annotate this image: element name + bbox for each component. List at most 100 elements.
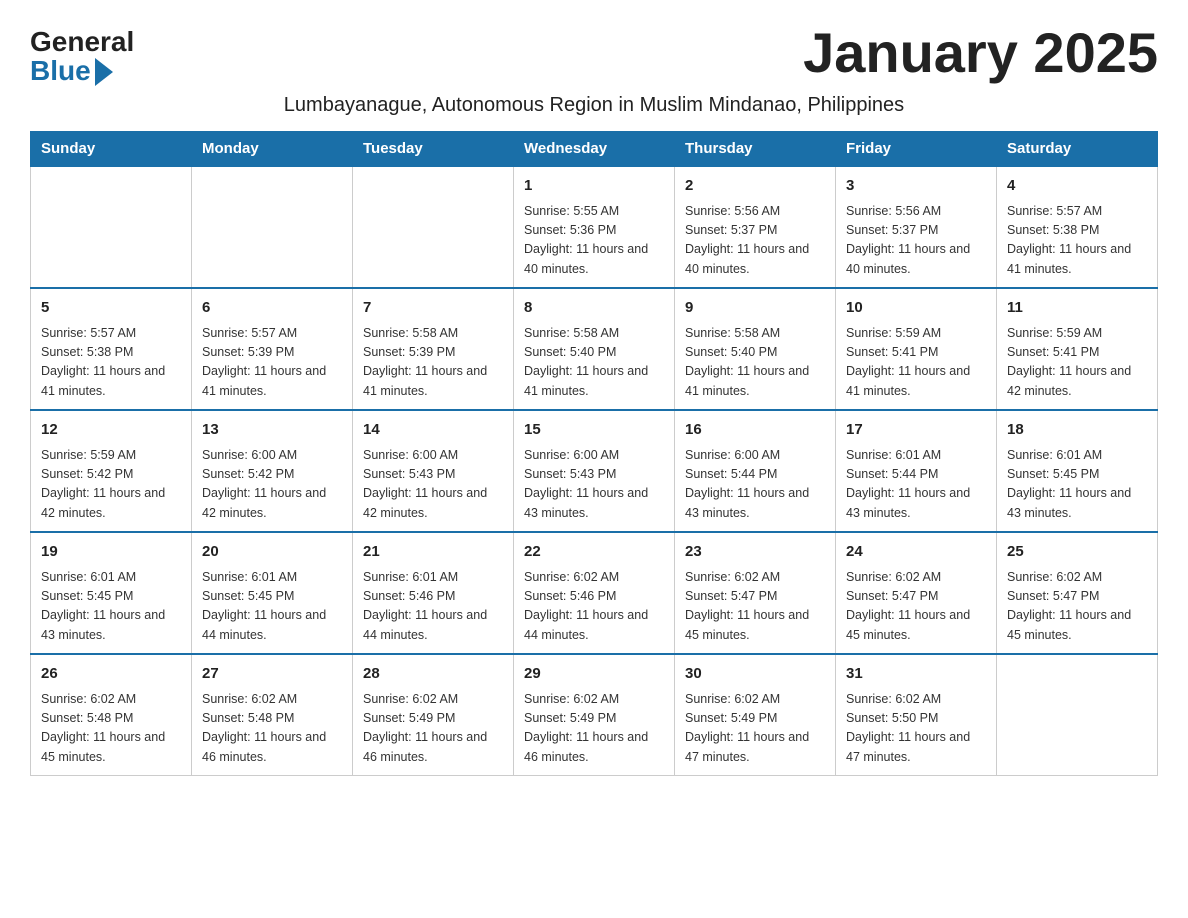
- day-info: Sunrise: 6:02 AM Sunset: 5:49 PM Dayligh…: [524, 690, 664, 768]
- day-info: Sunrise: 5:59 AM Sunset: 5:41 PM Dayligh…: [846, 324, 986, 402]
- day-number: 9: [685, 297, 825, 320]
- calendar-cell: 19Sunrise: 6:01 AM Sunset: 5:45 PM Dayli…: [31, 532, 192, 654]
- calendar-cell: 10 Sunrise: 5:59 AM Sunset: 5:41 PM Dayli…: [836, 288, 997, 410]
- calendar-cell: [353, 166, 514, 288]
- day-number: 15: [524, 419, 664, 442]
- calendar-cell: 16Sunrise: 6:00 AM Sunset: 5:44 PM Dayli…: [675, 410, 836, 532]
- day-info: Sunrise: 5:59 AM Sunset: 5:41 PM Dayligh…: [1007, 324, 1147, 402]
- day-number: 4: [1007, 175, 1147, 198]
- calendar-cell: [997, 654, 1158, 776]
- calendar-cell: [192, 166, 353, 288]
- day-number: 28: [363, 663, 503, 686]
- calendar-cell: 13Sunrise: 6:00 AM Sunset: 5:42 PM Dayli…: [192, 410, 353, 532]
- day-info: Sunrise: 6:02 AM Sunset: 5:50 PM Dayligh…: [846, 690, 986, 768]
- day-info: Sunrise: 6:01 AM Sunset: 5:45 PM Dayligh…: [1007, 446, 1147, 524]
- day-number: 11: [1007, 297, 1147, 320]
- logo-blue-text: Blue: [30, 56, 113, 86]
- calendar-cell: 31 Sunrise: 6:02 AM Sunset: 5:50 PM Dayli…: [836, 654, 997, 776]
- calendar-cell: 24 Sunrise: 6:02 AM Sunset: 5:47 PM Dayli…: [836, 532, 997, 654]
- logo: General Blue: [30, 20, 134, 86]
- column-header-saturday: Saturday: [997, 132, 1158, 167]
- day-number: 10: [846, 297, 986, 320]
- day-info: Sunrise: 5:56 AM Sunset: 5:37 PM Dayligh…: [685, 202, 825, 280]
- calendar-cell: 29 Sunrise: 6:02 AM Sunset: 5:49 PM Dayli…: [514, 654, 675, 776]
- column-header-friday: Friday: [836, 132, 997, 167]
- calendar-cell: 8 Sunrise: 5:58 AM Sunset: 5:40 PM Daylig…: [514, 288, 675, 410]
- day-info: Sunrise: 6:02 AM Sunset: 5:47 PM Dayligh…: [685, 568, 825, 646]
- day-info: Sunrise: 5:58 AM Sunset: 5:40 PM Dayligh…: [524, 324, 664, 402]
- logo-general-text: General: [30, 28, 134, 56]
- calendar-cell: 11 Sunrise: 5:59 AM Sunset: 5:41 PM Dayli…: [997, 288, 1158, 410]
- calendar-cell: 28Sunrise: 6:02 AM Sunset: 5:49 PM Dayli…: [353, 654, 514, 776]
- calendar-cell: 2 Sunrise: 5:56 AM Sunset: 5:37 PM Daylig…: [675, 166, 836, 288]
- week-row-4: 19 Sunrise: 6:01 AM Sunset: 5:45 PM Dayli…: [31, 532, 1158, 654]
- calendar-cell: 20 Sunrise: 6:01 AM Sunset: 5:45 PM Dayli…: [192, 532, 353, 654]
- month-title: January 2025: [803, 20, 1158, 85]
- column-header-monday: Monday: [192, 132, 353, 167]
- logo-arrow-icon: [95, 58, 113, 86]
- day-info: Sunrise: 6:00 AM Sunset: 5:43 PM Dayligh…: [524, 446, 664, 524]
- column-header-tuesday: Tuesday: [353, 132, 514, 167]
- day-info: Sunrise: 5:59 AM Sunset: 5:42 PM Dayligh…: [41, 446, 181, 524]
- day-info: Sunrise: 6:00 AM Sunset: 5:44 PM Dayligh…: [685, 446, 825, 524]
- day-info: Sunrise: 6:02 AM Sunset: 5:47 PM Dayligh…: [846, 568, 986, 646]
- day-number: 22: [524, 541, 664, 564]
- day-number: 20: [202, 541, 342, 564]
- day-number: 25: [1007, 541, 1147, 564]
- day-number: 19: [41, 541, 181, 564]
- day-info: Sunrise: 6:02 AM Sunset: 5:46 PM Dayligh…: [524, 568, 664, 646]
- day-info: Sunrise: 6:02 AM Sunset: 5:49 PM Dayligh…: [685, 690, 825, 768]
- day-number: 23: [685, 541, 825, 564]
- page-subtitle: Lumbayanague, Autonomous Region in Musli…: [30, 94, 1158, 117]
- calendar-cell: 7 Sunrise: 5:58 AM Sunset: 5:39 PM Daylig…: [353, 288, 514, 410]
- day-number: 31: [846, 663, 986, 686]
- day-info: Sunrise: 5:55 AM Sunset: 5:36 PM Dayligh…: [524, 202, 664, 280]
- day-info: Sunrise: 5:57 AM Sunset: 5:39 PM Dayligh…: [202, 324, 342, 402]
- day-number: 29: [524, 663, 664, 686]
- calendar-cell: 6 Sunrise: 5:57 AM Sunset: 5:39 PM Daylig…: [192, 288, 353, 410]
- calendar-cell: 3 Sunrise: 5:56 AM Sunset: 5:37 PM Daylig…: [836, 166, 997, 288]
- day-info: Sunrise: 5:58 AM Sunset: 5:40 PM Dayligh…: [685, 324, 825, 402]
- calendar-cell: 17 Sunrise: 6:01 AM Sunset: 5:44 PM Dayli…: [836, 410, 997, 532]
- day-info: Sunrise: 6:01 AM Sunset: 5:45 PM Dayligh…: [202, 568, 342, 646]
- day-info: Sunrise: 5:58 AM Sunset: 5:39 PM Dayligh…: [363, 324, 503, 402]
- day-number: 21: [363, 541, 503, 564]
- day-info: Sunrise: 5:56 AM Sunset: 5:37 PM Dayligh…: [846, 202, 986, 280]
- day-number: 17: [846, 419, 986, 442]
- day-info: Sunrise: 6:02 AM Sunset: 5:48 PM Dayligh…: [202, 690, 342, 768]
- day-number: 30: [685, 663, 825, 686]
- day-number: 8: [524, 297, 664, 320]
- calendar-cell: 18 Sunrise: 6:01 AM Sunset: 5:45 PM Dayli…: [997, 410, 1158, 532]
- column-header-wednesday: Wednesday: [514, 132, 675, 167]
- week-row-3: 12Sunrise: 5:59 AM Sunset: 5:42 PM Dayli…: [31, 410, 1158, 532]
- calendar-cell: 9 Sunrise: 5:58 AM Sunset: 5:40 PM Daylig…: [675, 288, 836, 410]
- calendar-cell: 15 Sunrise: 6:00 AM Sunset: 5:43 PM Dayli…: [514, 410, 675, 532]
- day-info: Sunrise: 6:01 AM Sunset: 5:44 PM Dayligh…: [846, 446, 986, 524]
- day-info: Sunrise: 5:57 AM Sunset: 5:38 PM Dayligh…: [1007, 202, 1147, 280]
- day-number: 27: [202, 663, 342, 686]
- day-number: 18: [1007, 419, 1147, 442]
- day-number: 1: [524, 175, 664, 198]
- calendar-cell: 1 Sunrise: 5:55 AM Sunset: 5:36 PM Daylig…: [514, 166, 675, 288]
- day-number: 7: [363, 297, 503, 320]
- calendar-cell: 23 Sunrise: 6:02 AM Sunset: 5:47 PM Dayli…: [675, 532, 836, 654]
- day-info: Sunrise: 6:00 AM Sunset: 5:43 PM Dayligh…: [363, 446, 503, 524]
- day-number: 24: [846, 541, 986, 564]
- column-header-thursday: Thursday: [675, 132, 836, 167]
- calendar-cell: 21Sunrise: 6:01 AM Sunset: 5:46 PM Dayli…: [353, 532, 514, 654]
- day-number: 3: [846, 175, 986, 198]
- calendar-cell: 5Sunrise: 5:57 AM Sunset: 5:38 PM Daylig…: [31, 288, 192, 410]
- calendar-cell: 30 Sunrise: 6:02 AM Sunset: 5:49 PM Dayli…: [675, 654, 836, 776]
- column-header-sunday: Sunday: [31, 132, 192, 167]
- week-row-1: 1 Sunrise: 5:55 AM Sunset: 5:36 PM Daylig…: [31, 166, 1158, 288]
- calendar-header-row: SundayMondayTuesdayWednesdayThursdayFrid…: [31, 132, 1158, 167]
- calendar-cell: 25Sunrise: 6:02 AM Sunset: 5:47 PM Dayli…: [997, 532, 1158, 654]
- calendar-cell: 26Sunrise: 6:02 AM Sunset: 5:48 PM Dayli…: [31, 654, 192, 776]
- day-info: Sunrise: 6:02 AM Sunset: 5:48 PM Dayligh…: [41, 690, 181, 768]
- header: General Blue January 2025: [30, 20, 1158, 86]
- day-number: 2: [685, 175, 825, 198]
- week-row-2: 5Sunrise: 5:57 AM Sunset: 5:38 PM Daylig…: [31, 288, 1158, 410]
- day-number: 13: [202, 419, 342, 442]
- day-number: 6: [202, 297, 342, 320]
- calendar-table: SundayMondayTuesdayWednesdayThursdayFrid…: [30, 131, 1158, 776]
